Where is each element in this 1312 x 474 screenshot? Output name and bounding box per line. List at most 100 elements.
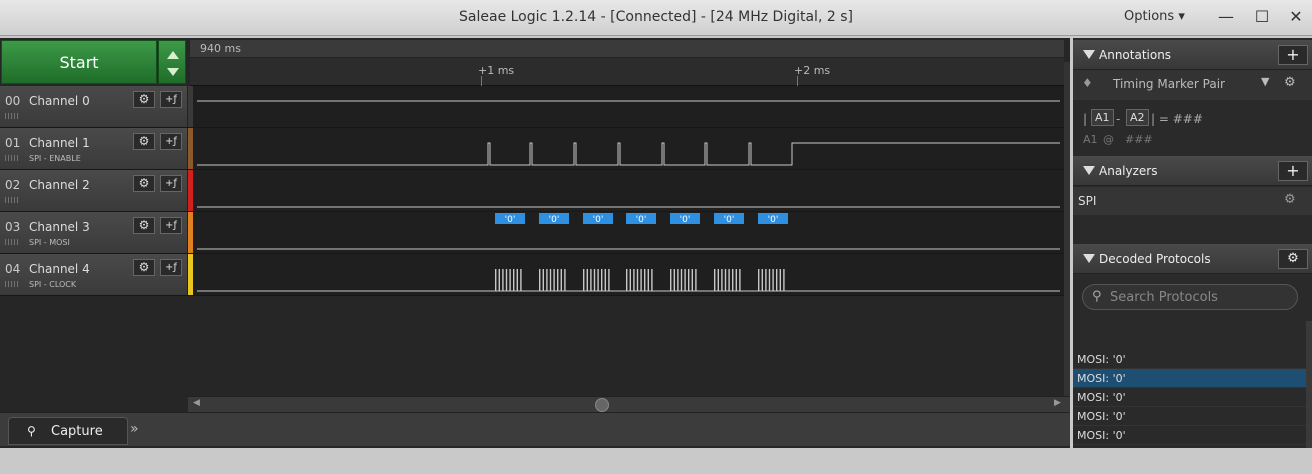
start-button[interactable]: Start — [1, 40, 157, 84]
clock-pulse — [724, 269, 727, 291]
clock-pulse — [583, 269, 585, 291]
clock-pulse — [714, 269, 716, 291]
clock-pulse — [505, 269, 508, 291]
minimize-button[interactable]: — — [1212, 4, 1240, 30]
decoded-protocols-header[interactable]: Decoded Protocols ⚙ — [1073, 244, 1312, 274]
add-annotation-button[interactable]: + — [1278, 45, 1308, 65]
channel-waveform[interactable] — [193, 254, 1064, 295]
drag-handle[interactable] — [5, 239, 19, 245]
arrow-down-icon — [167, 68, 179, 76]
decoded-list-item[interactable]: MOSI: '0' — [1073, 388, 1306, 407]
channel-info: 01 Channel 1 SPI - ENABLE ⚙ +ƒ — [0, 128, 188, 169]
chevron-down-icon[interactable]: ▼ — [1261, 75, 1269, 88]
start-options-button[interactable] — [158, 40, 186, 84]
decoded-list-item[interactable]: MOSI: '0' — [1073, 369, 1306, 388]
side-panel: Annotations + ♦ Timing Marker Pair ▼ ⚙ |… — [1073, 38, 1312, 448]
a2-badge[interactable]: A2 — [1126, 109, 1149, 126]
drag-handle[interactable] — [5, 197, 19, 203]
status-bar — [0, 448, 1312, 474]
clock-pulse — [680, 269, 683, 291]
clock-pulse — [772, 269, 774, 291]
more-tabs-button[interactable]: » — [130, 421, 139, 437]
drag-handle[interactable] — [5, 155, 19, 161]
gear-icon[interactable]: ⚙ — [1284, 75, 1296, 90]
gear-icon[interactable]: ⚙ — [133, 91, 155, 108]
marker-row: ♦ Timing Marker Pair ▼ ⚙ — [1073, 70, 1312, 100]
gear-icon[interactable]: ⚙ — [133, 217, 155, 234]
clock-pulse — [739, 269, 741, 291]
clock-pulse — [509, 269, 511, 291]
channel-waveform[interactable] — [193, 128, 1064, 169]
channel-name[interactable]: Channel 1 — [29, 136, 90, 150]
clock-pulse — [636, 269, 639, 291]
horizontal-scrollbar[interactable]: ◀ ▶ — [188, 396, 1070, 412]
search-icon: ⚲ — [27, 424, 36, 438]
clock-pulse — [502, 269, 504, 291]
mosi-decode-label: '0' — [549, 215, 560, 225]
decoded-list-item[interactable]: MOSI: '0' — [1073, 426, 1306, 445]
channel-analyzer-label: SPI - CLOCK — [29, 280, 77, 289]
section-title: Decoded Protocols — [1099, 252, 1211, 266]
channel-analyzer-label: SPI - MOSI — [29, 238, 70, 247]
scroll-thumb[interactable] — [595, 398, 609, 412]
marker-label[interactable]: Timing Marker Pair — [1113, 77, 1225, 91]
decoded-list: MOSI: '0' MOSI: '0' MOSI: '0' MOSI: '0' MOSI… — [1073, 350, 1306, 448]
channel-row-0: 00 Channel 0 ⚙ +ƒ — [0, 86, 1064, 128]
trigger-icon[interactable]: +ƒ — [160, 217, 182, 234]
scroll-right-icon[interactable]: ▶ — [1054, 398, 1061, 408]
gear-icon[interactable]: ⚙ — [133, 175, 155, 192]
clock-pulse — [677, 269, 679, 291]
a1-badge[interactable]: A1 — [1091, 109, 1114, 126]
clock-pulse — [564, 269, 566, 291]
channel-waveform[interactable] — [193, 170, 1064, 211]
drag-handle[interactable] — [5, 281, 19, 287]
section-title: Annotations — [1099, 48, 1172, 62]
clock-pulse — [761, 269, 763, 291]
gear-icon[interactable]: ⚙ — [133, 133, 155, 150]
channel-info: 03 Channel 3 SPI - MOSI ⚙ +ƒ — [0, 212, 188, 253]
drag-handle[interactable] — [5, 113, 19, 119]
trigger-icon[interactable]: +ƒ — [160, 91, 182, 108]
close-button[interactable]: ✕ — [1282, 4, 1310, 30]
maximize-button[interactable]: ☐ — [1248, 4, 1276, 30]
waveform-svg — [197, 269, 1060, 292]
gear-icon[interactable]: ⚙ — [1284, 192, 1296, 207]
channel-name[interactable]: Channel 4 — [29, 262, 90, 276]
vertical-scrollbar[interactable] — [1064, 62, 1070, 396]
gear-icon[interactable]: ⚙ — [1278, 249, 1308, 269]
waveform-svg — [197, 142, 1060, 166]
trigger-icon[interactable]: +ƒ — [160, 175, 182, 192]
clock-pulse — [735, 269, 737, 291]
tab-capture[interactable]: ⚲ Capture — [8, 417, 128, 445]
gear-icon[interactable]: ⚙ — [133, 259, 155, 276]
time-ruler[interactable]: 940 ms +1 ms +2 ms — [190, 40, 1064, 86]
add-analyzer-button[interactable]: + — [1278, 161, 1308, 181]
analyzer-empty — [1073, 215, 1312, 244]
clock-pulse — [597, 269, 599, 291]
channel-name[interactable]: Channel 3 — [29, 220, 90, 234]
channel-name[interactable]: Channel 0 — [29, 94, 90, 108]
delta-value: | = ### — [1151, 112, 1203, 126]
options-menu[interactable]: Options ▾ — [1124, 9, 1185, 24]
channel-waveform[interactable]: '0' '0' '0' '0' '0' '0' '0' — [193, 212, 1064, 253]
channel-row-3: 03 Channel 3 SPI - MOSI ⚙ +ƒ '0' '0' '0' '0… — [0, 212, 1064, 254]
decoded-list-item[interactable]: MOSI: '0' — [1073, 407, 1306, 426]
annotations-header[interactable]: Annotations + — [1073, 40, 1312, 70]
channel-number: 04 — [5, 262, 21, 276]
trigger-icon[interactable]: +ƒ — [160, 133, 182, 150]
clock-pulse — [670, 269, 672, 291]
channel-info: 04 Channel 4 SPI - CLOCK ⚙ +ƒ — [0, 254, 188, 295]
list-scrollbar[interactable] — [1306, 321, 1312, 448]
search-protocols-field[interactable]: ⚲ Search Protocols — [1082, 284, 1298, 310]
collapse-triangle-icon — [1083, 254, 1095, 263]
channel-name[interactable]: Channel 2 — [29, 178, 90, 192]
decoded-list-item[interactable]: MOSI: '0' — [1073, 350, 1306, 369]
analyzers-header[interactable]: Analyzers + — [1073, 156, 1312, 186]
channel-waveform[interactable] — [193, 86, 1064, 127]
channel-number: 00 — [5, 94, 21, 108]
scroll-left-icon[interactable]: ◀ — [193, 398, 200, 408]
trigger-icon[interactable]: +ƒ — [160, 259, 182, 276]
clock-pulse — [604, 269, 606, 291]
analyzer-item[interactable]: SPI ⚙ — [1073, 187, 1312, 215]
clock-burst-group — [495, 269, 785, 291]
